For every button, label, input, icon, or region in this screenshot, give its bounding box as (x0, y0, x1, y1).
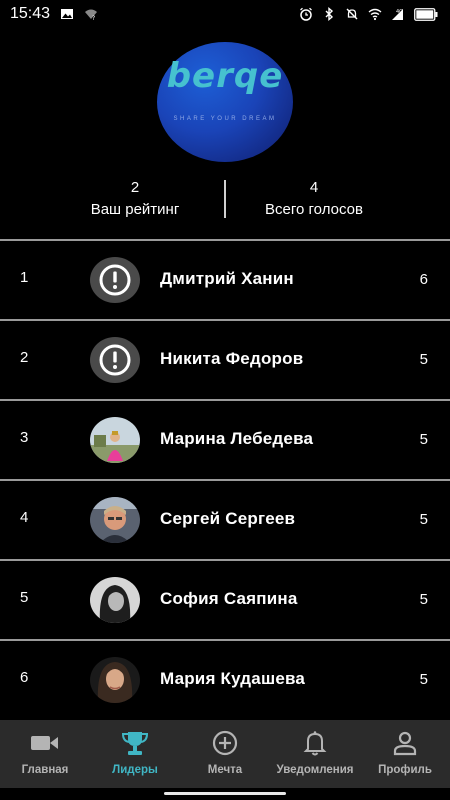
leader-row[interactable]: 5 София Саяпина 5 (0, 561, 450, 641)
logo-tagline: SHARE YOUR DREAM (173, 116, 277, 122)
leaderboard-list: 1 Дмитрий Ханин 6 2 Никита Федоров 5 3 М… (0, 241, 450, 721)
leader-score: 6 (419, 271, 428, 288)
nav-home-label: Главная (21, 764, 69, 776)
leader-score: 5 (419, 671, 428, 688)
leader-row[interactable]: 4 Сергей Сергеев 5 (0, 481, 450, 561)
stats-panel: 2 Ваш рейтинг 4 Всего голосов (0, 178, 450, 222)
avatar-photo (90, 657, 140, 703)
logo-circle: berqe SHARE YOUR DREAM (157, 42, 293, 162)
alert-icon (99, 344, 131, 376)
wifi-icon (368, 8, 382, 21)
rating-label: Ваш рейтинг (90, 201, 180, 218)
nav-leaders-label: Лидеры (112, 764, 158, 776)
alarm-icon (300, 7, 312, 21)
leader-name: Марина Лебедева (160, 429, 314, 448)
nav-leaders[interactable]: Лидеры (90, 720, 180, 788)
leader-name: Никита Федоров (160, 349, 304, 368)
leader-rank: 3 (20, 429, 29, 446)
rating-value: 2 (130, 179, 140, 196)
add-circle-icon (210, 730, 240, 756)
leader-score: 5 (419, 511, 428, 528)
battery-icon (414, 7, 438, 21)
wifi-unknown-icon: ? (85, 9, 98, 21)
leader-row[interactable]: 2 Никита Федоров 5 (0, 321, 450, 401)
leader-row[interactable]: 6 Мария Кудашева 5 (0, 641, 450, 721)
leader-name: Дмитрий Ханин (160, 269, 294, 288)
bell-icon (300, 730, 330, 756)
nav-dream[interactable]: Мечта (180, 720, 270, 788)
leader-rank: 2 (20, 349, 29, 366)
nav-profile[interactable]: Профиль (360, 720, 450, 788)
leader-rank: 4 (20, 509, 29, 526)
leader-score: 5 (419, 431, 428, 448)
video-camera-icon (30, 730, 60, 756)
leader-rank: 5 (20, 589, 29, 606)
status-bar: 15:43 ? 4G (0, 0, 450, 28)
leader-name: Мария Кудашева (160, 669, 306, 688)
leader-name: Сергей Сергеев (160, 509, 296, 528)
image-icon (61, 9, 74, 19)
status-right: 4G (299, 7, 438, 21)
status-time: 15:43 (10, 5, 51, 22)
home-bar[interactable] (164, 792, 286, 795)
avatar (90, 257, 140, 303)
votes-label: Всего голосов (265, 201, 363, 218)
leader-rank: 1 (20, 269, 29, 286)
avatar-photo (90, 577, 140, 623)
votes-value: 4 (309, 179, 319, 196)
avatar (90, 337, 140, 383)
app-logo: berqe SHARE YOUR DREAM (157, 42, 293, 162)
avatar-photo (90, 497, 140, 543)
network-type-label: 4G (396, 9, 403, 15)
nav-notifications-label: Уведомления (276, 764, 354, 776)
nav-profile-label: Профиль (378, 764, 432, 776)
person-icon (390, 730, 420, 756)
leader-name: София Саяпина (160, 589, 298, 608)
leader-rank: 6 (20, 669, 29, 686)
leader-score: 5 (419, 351, 428, 368)
leader-row[interactable]: 1 Дмитрий Ханин 6 (0, 241, 450, 321)
svg-text:?: ? (92, 15, 95, 21)
nav-notifications[interactable]: Уведомления (270, 720, 360, 788)
votes-stat: 4 Всего голосов (224, 178, 404, 222)
logo-wordmark: berqe (166, 56, 284, 96)
alert-icon (99, 264, 131, 296)
signal-icon: 4G (392, 9, 403, 20)
leader-score: 5 (419, 591, 428, 608)
nav-dream-label: Мечта (207, 764, 243, 776)
nav-home[interactable]: Главная (0, 720, 90, 788)
bottom-navigation: Главная Лидеры Мечта Уведомления Профиль (0, 720, 450, 788)
home-indicator (0, 788, 450, 800)
status-left: 15:43 ? (10, 5, 98, 23)
mute-icon (346, 8, 358, 20)
rating-stat: 2 Ваш рейтинг (45, 178, 225, 222)
trophy-icon (120, 730, 150, 756)
leader-row[interactable]: 3 Марина Лебедева 5 (0, 401, 450, 481)
avatar-photo (90, 417, 140, 463)
bluetooth-icon (325, 7, 334, 21)
